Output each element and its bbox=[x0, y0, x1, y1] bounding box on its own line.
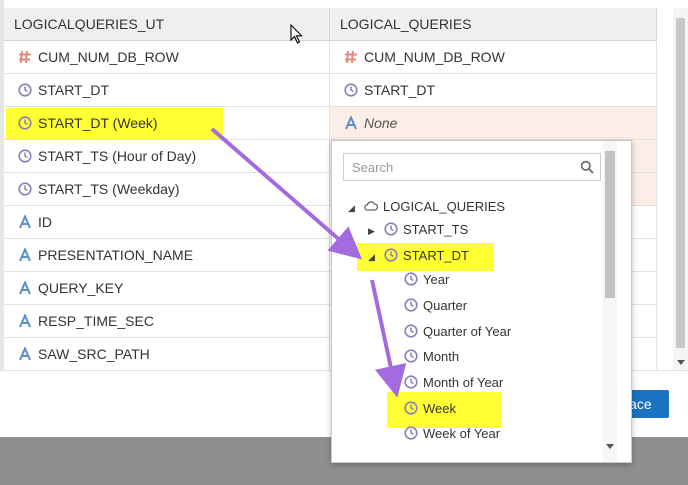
expanded-arrow-icon[interactable]: ◢ bbox=[348, 197, 358, 219]
source-cell[interactable]: START_TS (Hour of Day) bbox=[4, 140, 330, 173]
cell-label: START_DT bbox=[364, 82, 436, 98]
mouse-cursor-icon bbox=[290, 24, 303, 44]
clock-icon bbox=[404, 272, 418, 286]
search-input[interactable] bbox=[343, 153, 601, 181]
tree-node-label: Month bbox=[423, 349, 460, 364]
tree-node-label: Quarter of Year bbox=[423, 324, 512, 339]
tree-node-label: Week bbox=[423, 401, 456, 416]
cell-label: PRESENTATION_NAME bbox=[38, 247, 194, 263]
table-row: CUM_NUM_DB_ROW CUM_NUM_DB_ROW bbox=[4, 41, 657, 74]
source-cell[interactable]: ID bbox=[4, 206, 330, 239]
cell-label: RESP_TIME_SEC bbox=[38, 313, 154, 329]
header-target-column: LOGICAL_QUERIES bbox=[330, 8, 657, 41]
clock-icon bbox=[404, 401, 418, 415]
clock-icon bbox=[18, 149, 32, 163]
text-attribute-icon bbox=[18, 248, 32, 262]
target-cell[interactable]: CUM_NUM_DB_ROW bbox=[330, 41, 657, 74]
clock-icon bbox=[384, 248, 398, 262]
tree-node-start-dt[interactable]: ◢ START_DT bbox=[368, 245, 469, 267]
source-cell[interactable]: START_TS (Weekday) bbox=[4, 173, 330, 206]
tree-node-week-of-year[interactable]: Week of Year bbox=[404, 423, 500, 445]
clock-icon bbox=[18, 182, 32, 196]
scroll-down-arrow-icon[interactable] bbox=[677, 360, 685, 365]
tree-node-quarter-of-year[interactable]: Quarter of Year bbox=[404, 321, 511, 343]
tree-node-label: START_DT bbox=[403, 248, 469, 263]
tree-node-week[interactable]: Week bbox=[404, 398, 456, 420]
cell-label: CUM_NUM_DB_ROW bbox=[38, 49, 179, 65]
text-attribute-icon bbox=[18, 281, 32, 295]
tree-node-logical-queries[interactable]: ◢ LOGICAL_QUERIES bbox=[348, 196, 505, 218]
collapsed-arrow-icon[interactable]: ▶ bbox=[368, 220, 378, 242]
column-picker-popup: ◢ LOGICAL_QUERIES ▶ START_TS ◢ START_DT Yea… bbox=[331, 140, 632, 463]
source-cell[interactable]: PRESENTATION_NAME bbox=[4, 239, 330, 272]
table-row: START_DT START_DT bbox=[4, 74, 657, 107]
clock-icon bbox=[18, 83, 32, 97]
source-cell[interactable]: SAW_SRC_PATH bbox=[4, 338, 330, 371]
tree-node-quarter[interactable]: Quarter bbox=[404, 295, 467, 317]
table-scrollbar-thumb[interactable] bbox=[676, 18, 685, 348]
cell-label: START_DT (Week) bbox=[38, 115, 158, 131]
text-attribute-icon bbox=[18, 215, 32, 229]
tree-node-label: LOGICAL_QUERIES bbox=[383, 199, 506, 214]
source-cell[interactable]: QUERY_KEY bbox=[4, 272, 330, 305]
tree-node-label: Month of Year bbox=[423, 375, 504, 390]
table-scrollbar[interactable] bbox=[673, 8, 688, 370]
expanded-arrow-icon[interactable]: ◢ bbox=[368, 246, 378, 268]
source-cell[interactable]: START_DT bbox=[4, 74, 330, 107]
table-row: START_DT (Week) None bbox=[4, 107, 657, 140]
scroll-down-arrow-icon[interactable] bbox=[606, 444, 614, 449]
text-attribute-icon bbox=[344, 116, 358, 130]
picker-scrollbar-thumb[interactable] bbox=[605, 151, 615, 298]
measure-icon bbox=[344, 50, 358, 64]
source-cell[interactable]: START_DT (Week) bbox=[4, 107, 330, 140]
clock-icon bbox=[404, 426, 418, 440]
clock-icon bbox=[404, 324, 418, 338]
target-cell[interactable]: START_DT bbox=[330, 74, 657, 107]
source-cell[interactable]: CUM_NUM_DB_ROW bbox=[4, 41, 330, 74]
cell-label: CUM_NUM_DB_ROW bbox=[364, 49, 505, 65]
cell-label: None bbox=[364, 115, 398, 131]
clock-icon bbox=[344, 83, 358, 97]
text-attribute-icon bbox=[18, 314, 32, 328]
clock-icon bbox=[384, 222, 398, 236]
clock-icon bbox=[404, 298, 418, 312]
cloud-icon bbox=[364, 199, 378, 213]
clock-icon bbox=[18, 116, 32, 130]
cell-label: START_TS (Hour of Day) bbox=[38, 148, 197, 164]
cell-label: ID bbox=[38, 214, 52, 230]
source-cell[interactable]: RESP_TIME_SEC bbox=[4, 305, 330, 338]
cell-label: QUERY_KEY bbox=[38, 280, 124, 296]
search-icon[interactable] bbox=[580, 160, 594, 174]
cell-label: SAW_SRC_PATH bbox=[38, 346, 150, 362]
tree-node-start-ts[interactable]: ▶ START_TS bbox=[368, 219, 468, 241]
tree-node-label: Year bbox=[423, 272, 450, 287]
tree-node-label: START_TS bbox=[403, 222, 469, 237]
tree-node-label: Quarter bbox=[423, 298, 468, 313]
tree-node-label: Week of Year bbox=[423, 426, 501, 441]
picker-scrollbar[interactable] bbox=[603, 141, 617, 462]
header-source-column: LOGICALQUERIES_UT bbox=[4, 8, 330, 41]
clock-icon bbox=[404, 375, 418, 389]
target-cell-dropdown[interactable]: None bbox=[330, 107, 657, 140]
tree-node-month-of-year[interactable]: Month of Year bbox=[404, 372, 503, 394]
cell-label: START_TS (Weekday) bbox=[38, 181, 180, 197]
clock-icon bbox=[404, 349, 418, 363]
cell-label: START_DT bbox=[38, 82, 110, 98]
tree-node-year[interactable]: Year bbox=[404, 269, 449, 291]
measure-icon bbox=[18, 50, 32, 64]
tree-node-month[interactable]: Month bbox=[404, 346, 459, 368]
text-attribute-icon bbox=[18, 347, 32, 361]
